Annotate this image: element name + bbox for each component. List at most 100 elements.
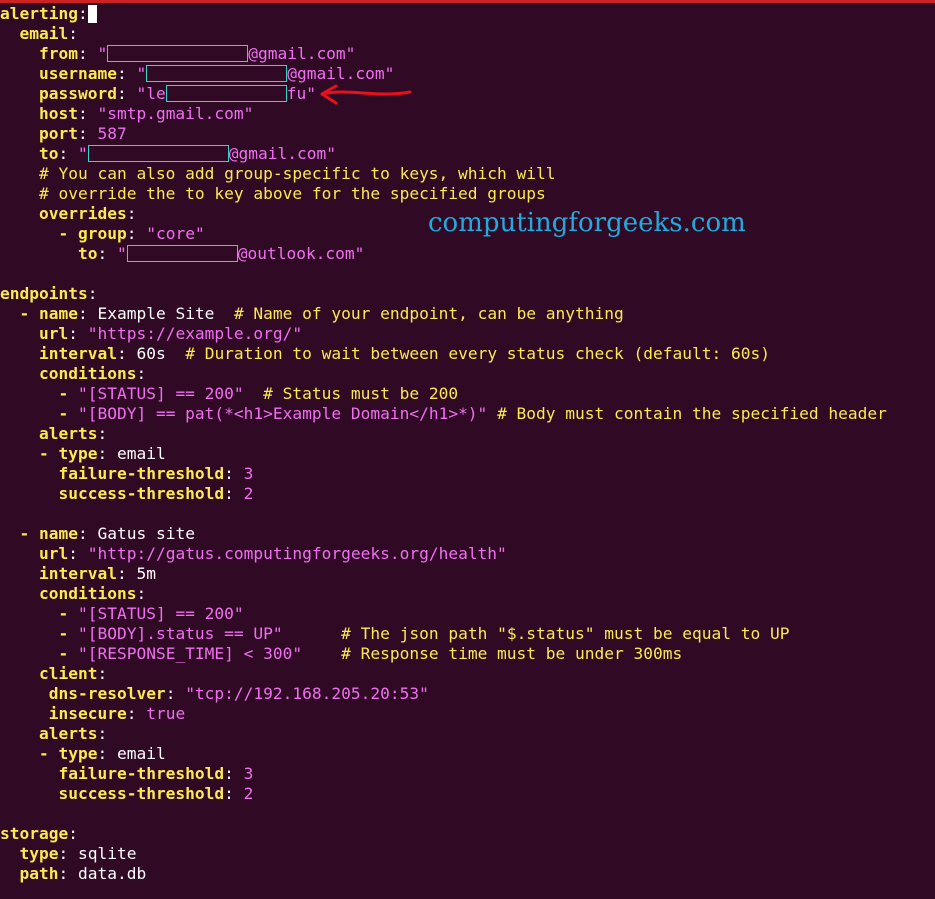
code-line: - name: Gatus site [19, 524, 195, 543]
yaml-value: 2 [243, 784, 254, 803]
code-editor[interactable]: alerting: email: from: " @gmail.com" user… [0, 4, 935, 884]
yaml-value: "[STATUS] == 200" [77, 604, 244, 623]
yaml-value: 3 [243, 464, 254, 483]
yaml-value: "https://example.org/" [87, 324, 303, 343]
red-arrow-annotation [320, 84, 412, 105]
code-line: url: "http://gatus.computingforgeeks.org… [38, 544, 507, 563]
yaml-key: password [38, 84, 117, 103]
yaml-key: storage [0, 824, 69, 843]
yaml-key: username [38, 64, 117, 83]
yaml-value: Gatus site [97, 524, 195, 543]
code-line: # override the to key above for the spec… [0, 184, 935, 204]
yaml-comment: # Status must be 200 [263, 384, 459, 403]
code-line: conditions: [38, 364, 147, 383]
code-line: storage: [0, 824, 78, 843]
yaml-key: success-threshold [58, 784, 225, 803]
yaml-comment: # The json path "$.status" must be equal… [341, 624, 790, 643]
yaml-key: conditions [38, 364, 137, 383]
yaml-value: "[RESPONSE_TIME] < 300" [77, 644, 303, 663]
yaml-value: 5m [136, 564, 156, 583]
code-line: - "[STATUS] == 200" [58, 604, 244, 623]
code-line: - type: email [38, 744, 166, 763]
code-line: to: " @gmail.com" [38, 144, 336, 163]
yaml-value: 2 [243, 484, 254, 503]
yaml-value: 3 [243, 764, 254, 783]
code-line: to: " @outlook.com" [77, 244, 365, 263]
yaml-value: email [116, 744, 166, 763]
yaml-comment: # Duration to wait between every status … [185, 344, 770, 363]
yaml-key: type [58, 444, 98, 463]
yaml-comment: # You can also add group-specific to key… [38, 164, 556, 183]
yaml-key: insecure [48, 704, 127, 723]
yaml-value: @gmail.com" [248, 44, 356, 63]
code-line: - name: Example Site # Name of your endp… [19, 304, 624, 323]
code-line: - "[STATUS] == 200" # Status must be 200 [58, 384, 459, 403]
yaml-key: dns-resolver [48, 684, 166, 703]
yaml-key: to [38, 144, 59, 163]
code-line: port: 587 [38, 124, 127, 143]
yaml-value: "tcp://192.168.205.20:53" [185, 684, 429, 703]
code-line: - "[BODY] == pat(*<h1>Example Domain</h1… [58, 404, 887, 423]
code-line: alerting: [0, 4, 935, 24]
yaml-key: host [38, 104, 78, 123]
code-line: alerts: [38, 724, 108, 743]
code-line: - "[RESPONSE_TIME] < 300" # Response tim… [58, 644, 683, 663]
yaml-value: 587 [97, 124, 127, 143]
yaml-key: conditions [38, 584, 137, 603]
yaml-key: interval [38, 564, 117, 583]
yaml-key: port [38, 124, 78, 143]
yaml-key: failure-threshold [58, 764, 225, 783]
yaml-key: group [77, 224, 127, 243]
yaml-key: type [58, 744, 98, 763]
yaml-value: data.db [77, 864, 147, 883]
code-line: path: data.db [19, 864, 147, 883]
yaml-comment: # Body must contain the specified header [497, 404, 887, 423]
yaml-key: path [19, 864, 59, 883]
yaml-key: name [39, 524, 78, 543]
code-line: host: "smtp.gmail.com" [38, 104, 254, 123]
code-line: interval: 60s # Duration to wait between… [38, 344, 770, 363]
code-line: failure-threshold: 3 [58, 764, 254, 783]
yaml-value: fu" [286, 84, 316, 103]
yaml-value: @outlook.com" [237, 244, 365, 263]
yaml-key: client [38, 664, 98, 683]
yaml-key: interval [38, 344, 117, 363]
yaml-value: "[STATUS] == 200" [77, 384, 244, 403]
code-line: # You can also add group-specific to key… [0, 164, 935, 184]
yaml-value: "core" [146, 224, 205, 243]
window-top-border [0, 0, 935, 3]
text-cursor [87, 5, 97, 23]
yaml-comment: # override the to key above for the spec… [38, 184, 546, 203]
code-line: success-threshold: 2 [58, 484, 254, 503]
yaml-key: failure-threshold [58, 464, 225, 483]
yaml-comment: # Name of your endpoint, can be anything [233, 304, 624, 323]
yaml-key: endpoints [0, 284, 88, 303]
yaml-value: "le [136, 84, 166, 103]
yaml-key: type [19, 844, 59, 863]
yaml-value: Example Site [97, 304, 215, 323]
code-line: password: "le fu" [38, 84, 316, 103]
code-line: email: [19, 24, 78, 43]
yaml-value: "[BODY] == pat(*<h1>Example Domain</h1>*… [77, 404, 488, 423]
code-line: interval: 5m [38, 564, 156, 583]
redaction-box [146, 65, 288, 82]
yaml-key: overrides [38, 204, 127, 223]
redaction-box [107, 45, 249, 62]
code-line: failure-threshold: 3 [58, 464, 254, 483]
yaml-value: 60s [136, 344, 166, 363]
yaml-key: url [38, 544, 69, 563]
yaml-comment: # Response time must be under 300ms [341, 644, 683, 663]
yaml-key: alerts [38, 424, 98, 443]
site-watermark: computingforgeeks.com [428, 208, 746, 238]
code-line: alerts: [38, 424, 108, 443]
yaml-value: true [146, 704, 186, 723]
yaml-value: "smtp.gmail.com" [97, 104, 254, 123]
code-line: success-threshold: 2 [58, 784, 254, 803]
code-line: username: " @gmail.com" [38, 64, 395, 83]
code-line: - type: email [38, 444, 166, 463]
yaml-key: name [39, 304, 78, 323]
yaml-key: to [77, 244, 98, 263]
